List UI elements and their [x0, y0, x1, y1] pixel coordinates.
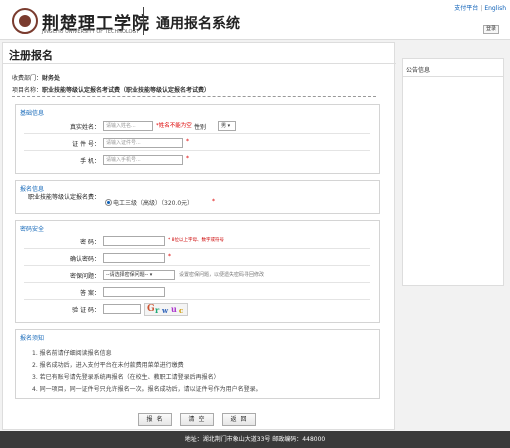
level-radio[interactable] [105, 199, 112, 206]
gender-value: 男 [221, 123, 227, 129]
signup-info-panel: 报名信息 职业技能等级认定报名费： 电工三级（高级）（320.0元） * [15, 180, 380, 214]
gender-select[interactable]: 男 ▾ [218, 121, 236, 131]
level-label: 职业技能等级认定报名费： [27, 194, 100, 201]
notice-title: 报名须知 [20, 335, 45, 342]
back-button[interactable]: 返 回 [222, 413, 256, 426]
reset-button[interactable]: 清 空 [180, 413, 214, 426]
id-number-input[interactable]: 请输入证件号... [103, 138, 183, 148]
school-logo-icon [12, 8, 38, 34]
gender-label: 性别 [194, 124, 207, 131]
answer-label: 答 案： [80, 290, 100, 297]
level-row: 职业技能等级认定报名费： 电工三级（高级）（320.0元） * [24, 193, 370, 213]
captcha-image[interactable]: G r w u c [144, 303, 188, 316]
notice-item: 2. 报名成功后，进入支付平台在未付款费用菜单进行缴费 [32, 362, 184, 369]
basic-info-panel: 基础信息 真实姓名： 请输入姓名... *姓名不能为空 性别 男 ▾ 证 件 号… [15, 104, 380, 174]
name-row: 真实姓名： 请输入姓名... *姓名不能为空 性别 男 ▾ [24, 118, 370, 134]
security-question-label: 密保问题： [69, 273, 100, 280]
english-link[interactable]: English [484, 5, 506, 12]
link-separator: | [480, 5, 483, 12]
school-name-english: JINGCHU UNIVERSITY OF TECHNOLOGY [42, 29, 140, 35]
level-option-label[interactable]: 电工三级（高级）（320.0元） [113, 198, 193, 207]
confirm-required-mark: * [168, 253, 171, 260]
phone-required-mark: * [186, 155, 189, 162]
phone-label: 手 机： [80, 158, 100, 165]
password-security-title: 密码安全 [20, 226, 45, 233]
notice-item: 1. 报名前请仔细阅读报名信息 [32, 350, 112, 357]
page-title: 注册报名 [9, 49, 53, 62]
department-value: 财务处 [42, 75, 61, 82]
captcha-label: 验 证 码： [72, 307, 100, 314]
system-title: 通用报名系统 [156, 16, 240, 32]
confirm-password-label: 确认密码： [69, 256, 100, 263]
name-input[interactable]: 请输入姓名... [103, 121, 153, 131]
phone-row: 手 机： 请输入手机号... * [24, 152, 370, 168]
announcement-divider [403, 76, 503, 77]
id-required-mark: * [186, 138, 189, 145]
login-button[interactable]: 登录 [483, 25, 499, 34]
security-question-row: 密保问题： --请选择密保问题-- ▾ 设置密保问题，以便遗失密码寻回修改 [24, 267, 370, 283]
project-line: 项目名称：职业技能等级认定报名考试费（职业技能等级认定报名考试费） [12, 85, 210, 94]
department-line: 收费部门：财务处 [12, 73, 60, 82]
announcement-panel: 公告信息 [402, 58, 504, 286]
dashed-divider [12, 96, 376, 97]
site-header: 荆楚理工学院 JINGCHU UNIVERSITY OF TECHNOLOGY … [0, 0, 510, 40]
confirm-password-input[interactable] [103, 253, 165, 263]
pay-platform-link[interactable]: 支付平台 [454, 5, 478, 12]
answer-input[interactable] [103, 287, 165, 297]
password-hint: * 8位以上字母、数字或符号 [168, 238, 225, 243]
name-required-hint: *姓名不能为空 [156, 123, 192, 129]
security-question-hint: 设置密保问题，以便遗失密码寻回修改 [179, 272, 265, 278]
department-label: 收费部门： [12, 75, 43, 82]
title-divider [3, 63, 396, 64]
password-input[interactable] [103, 236, 165, 246]
header-divider [143, 7, 144, 35]
id-label: 证 件 号： [72, 141, 100, 148]
confirm-password-row: 确认密码： * [24, 250, 370, 266]
main-panel: 注册报名 收费部门：财务处 项目名称：职业技能等级认定报名考试费（职业技能等级认… [2, 42, 396, 430]
captcha-input[interactable] [103, 304, 141, 314]
top-links: 支付平台 | English [454, 3, 506, 12]
id-row: 证 件 号： 请输入证件号... * [24, 135, 370, 151]
password-security-panel: 密码安全 密 码： * 8位以上字母、数字或符号 确认密码： * 密保问题： -… [15, 220, 380, 323]
notice-panel: 报名须知 1. 报名前请仔细阅读报名信息 2. 报名成功后，进入支付平台在未付款… [15, 329, 380, 399]
security-question-select[interactable]: --请选择密保问题-- ▾ [103, 270, 175, 280]
signup-info-title: 报名信息 [20, 186, 45, 193]
basic-info-title: 基础信息 [20, 110, 45, 117]
project-label: 项目名称： [12, 87, 43, 94]
project-value: 职业技能等级认定报名考试费（职业技能等级认定报名考试费） [42, 87, 211, 94]
name-label: 真实姓名： [69, 124, 100, 131]
password-label: 密 码： [80, 239, 100, 246]
announcement-title: 公告信息 [406, 67, 431, 74]
notice-item: 3. 若已有账号请先登录系统再报名（在校生、教职工请登录后再报名） [32, 374, 220, 381]
answer-row: 答 案： [24, 284, 370, 300]
level-required-mark: * [212, 198, 215, 205]
submit-button[interactable]: 报 名 [138, 413, 172, 426]
phone-input[interactable]: 请输入手机号... [103, 155, 183, 165]
password-row: 密 码： * 8位以上字母、数字或符号 [24, 233, 370, 249]
captcha-row: 验 证 码： G r w u c [24, 301, 370, 319]
security-question-value: --请选择密保问题-- [106, 272, 149, 278]
site-footer: 地址：湖北荆门市象山大道33号 邮政编码：448000 [0, 431, 510, 448]
notice-item: 4. 同一项目，同一证件号只允许报名一次。报名成功后，请以证件号作为用户名登录。 [32, 386, 262, 393]
